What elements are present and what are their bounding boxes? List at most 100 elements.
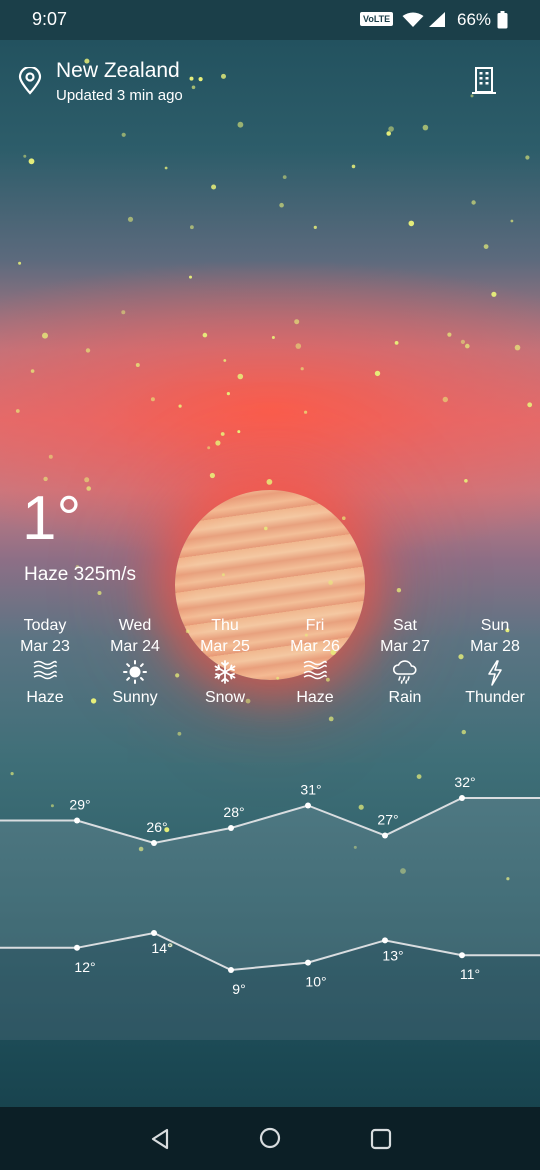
firefly-dot: [28, 158, 35, 165]
firefly-dot: [215, 440, 221, 446]
battery-percent: 66%: [457, 10, 492, 29]
high-temp-point: [382, 832, 388, 839]
forecast-condition: Rain: [388, 689, 422, 706]
location-name[interactable]: New Zealand: [56, 59, 180, 83]
recent-apps-icon[interactable]: [370, 1128, 392, 1155]
forecast-day-name: Sat: [392, 617, 417, 634]
high-temp-point: [151, 840, 157, 846]
firefly-dot: [190, 225, 194, 230]
firefly-dot: [461, 729, 466, 735]
forecast-day[interactable]: Wed Mar 24 Sunny: [90, 616, 180, 708]
forecast-date: Mar 25: [200, 638, 250, 655]
high-temp-point: [305, 802, 311, 809]
firefly-dot: [279, 202, 284, 208]
firefly-dot: [394, 341, 399, 345]
forecast-day-name: Thu: [211, 617, 239, 634]
firefly-dot: [388, 126, 394, 132]
forecast-day-name: Wed: [118, 617, 152, 634]
low-temp-point: [459, 952, 465, 959]
firefly-dot: [460, 339, 465, 344]
firefly-dot: [408, 220, 415, 227]
firefly-dot: [237, 121, 244, 128]
firefly-dot: [221, 573, 225, 577]
firefly-dot: [328, 580, 333, 585]
forecast-day[interactable]: Fri Mar 26 Haze: [270, 616, 360, 708]
firefly-dot: [189, 275, 192, 279]
city-building-icon[interactable]: [472, 66, 496, 99]
firefly-dot: [374, 370, 381, 377]
thunder-icon: [450, 660, 540, 688]
low-temp-point: [305, 959, 311, 966]
location-pin-icon[interactable]: [18, 65, 42, 100]
navigation-bar: [0, 1107, 540, 1170]
firefly-dot: [328, 716, 334, 722]
firefly-dot: [304, 410, 308, 414]
high-temp-label: 29°: [69, 797, 90, 813]
forecast-day[interactable]: Sun Mar 28 Thunder: [450, 616, 540, 708]
low-temp-point: [151, 930, 157, 936]
back-icon[interactable]: [148, 1127, 172, 1156]
low-temp-label: 9°: [232, 981, 245, 997]
firefly-dot: [209, 472, 215, 479]
volte-badge: VoLTE: [360, 12, 394, 26]
high-temp-point: [459, 795, 465, 801]
high-temp-label: 27°: [377, 812, 398, 828]
firefly-dot: [135, 363, 140, 367]
snow-icon: [180, 660, 270, 688]
forecast-condition: Thunder: [465, 689, 525, 706]
high-temp-point: [74, 817, 80, 824]
forecast-condition: Haze: [296, 689, 334, 706]
low-temp-point: [74, 944, 80, 951]
forecast-date: Mar 23: [20, 638, 70, 655]
firefly-dot: [386, 131, 392, 136]
forecast-day[interactable]: Sat Mar 27 Rain: [360, 616, 450, 708]
firefly-dot: [313, 225, 317, 229]
firefly-dot: [447, 332, 452, 337]
firefly-dot: [342, 516, 346, 520]
firefly-dot: [207, 446, 211, 450]
firefly-dot: [48, 454, 53, 459]
forecast-date: Mar 27: [380, 638, 430, 655]
firefly-dot: [483, 244, 489, 250]
firefly-dot: [18, 261, 22, 265]
forecast-day-name: Today: [23, 617, 67, 634]
firefly-dot: [189, 76, 194, 81]
forecast-day[interactable]: Today Mar 23 Haze: [0, 616, 90, 708]
forecast-day[interactable]: Thu Mar 25 Snow: [180, 616, 270, 708]
firefly-dot: [464, 479, 468, 483]
firefly-dot: [177, 731, 182, 736]
firefly-dot: [223, 359, 227, 362]
low-temp-point: [382, 937, 388, 944]
weather-screen: 9:07 VoLTE 66% New Zealand Updated 3 min…: [0, 0, 540, 1170]
high-temp-label: 28°: [223, 804, 244, 820]
haze-icon: [270, 660, 360, 688]
firefly-dot: [221, 73, 226, 79]
firefly-dot: [150, 397, 155, 402]
firefly-dot: [198, 77, 203, 82]
low-temp-label: 13°: [382, 947, 403, 963]
forecast-condition: Snow: [204, 689, 246, 706]
low-temp-label: 10°: [305, 974, 326, 990]
home-icon[interactable]: [258, 1126, 282, 1155]
firefly-dot: [264, 526, 268, 531]
firefly-dot: [121, 310, 126, 315]
firefly-dot: [282, 175, 287, 180]
firefly-dot: [237, 430, 241, 434]
firefly-dot: [422, 124, 429, 131]
firefly-dot: [471, 200, 476, 205]
firefly-dot: [191, 85, 196, 90]
firefly-dot: [97, 591, 102, 595]
firefly-dot: [121, 132, 126, 137]
firefly-dot: [30, 369, 35, 373]
firefly-dot: [527, 402, 533, 408]
firefly-dot: [237, 373, 244, 380]
firefly-dot: [43, 476, 48, 482]
firefly-dot: [271, 336, 275, 339]
signal-icon: [428, 11, 446, 33]
high-temp-label: 26°: [146, 819, 167, 835]
firefly-dot: [510, 219, 514, 223]
temperature-chart: 29° 26° 28° 31° 27° 32° 12° 14° 9° 10° 13° 11°: [0, 774, 540, 1040]
battery-icon: [497, 11, 508, 34]
current-temperature: 1°: [22, 484, 82, 553]
firefly-dot: [202, 332, 208, 338]
